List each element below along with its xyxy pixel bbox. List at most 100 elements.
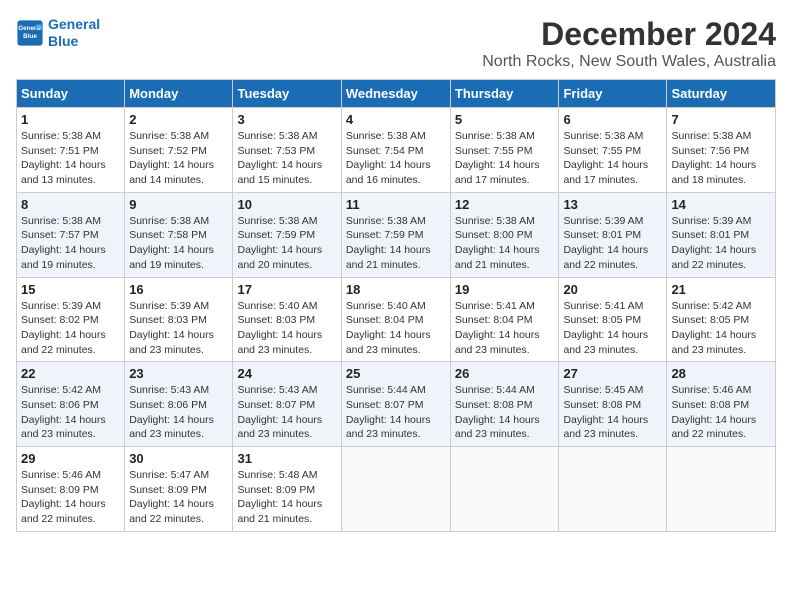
day-number: 31 [237, 451, 336, 466]
day-number: 10 [237, 197, 336, 212]
day-info: Sunrise: 5:38 AM Sunset: 7:54 PM Dayligh… [346, 129, 446, 188]
week-row-1: 1 Sunrise: 5:38 AM Sunset: 7:51 PM Daylig… [17, 108, 776, 193]
day-number: 24 [237, 366, 336, 381]
day-info: Sunrise: 5:38 AM Sunset: 7:58 PM Dayligh… [129, 214, 228, 273]
day-info: Sunrise: 5:39 AM Sunset: 8:02 PM Dayligh… [21, 299, 120, 358]
day-cell: 6 Sunrise: 5:38 AM Sunset: 7:55 PM Daylig… [559, 108, 667, 193]
day-info: Sunrise: 5:38 AM Sunset: 7:55 PM Dayligh… [455, 129, 555, 188]
day-info: Sunrise: 5:38 AM Sunset: 7:59 PM Dayligh… [237, 214, 336, 273]
day-number: 6 [563, 112, 662, 127]
day-info: Sunrise: 5:38 AM Sunset: 7:51 PM Dayligh… [21, 129, 120, 188]
day-number: 17 [237, 282, 336, 297]
day-number: 23 [129, 366, 228, 381]
day-cell: 22Sunrise: 5:42 AM Sunset: 8:06 PM Dayli… [17, 362, 125, 447]
day-cell: 7Sunrise: 5:38 AM Sunset: 7:56 PM Daylig… [667, 108, 776, 193]
day-number: 1 [21, 112, 120, 127]
day-info: Sunrise: 5:39 AM Sunset: 8:01 PM Dayligh… [563, 214, 662, 273]
day-cell [667, 447, 776, 532]
day-cell [341, 447, 450, 532]
day-cell: 1 Sunrise: 5:38 AM Sunset: 7:51 PM Daylig… [17, 108, 125, 193]
week-row-2: 8 Sunrise: 5:38 AM Sunset: 7:57 PM Daylig… [17, 192, 776, 277]
day-number: 28 [671, 366, 771, 381]
day-cell: 31Sunrise: 5:48 AM Sunset: 8:09 PM Dayli… [233, 447, 341, 532]
day-info: Sunrise: 5:46 AM Sunset: 8:08 PM Dayligh… [671, 383, 771, 442]
header: General Blue General Blue December 2024 … [16, 16, 776, 71]
day-cell: 19 Sunrise: 5:41 AM Sunset: 8:04 PM Dayli… [450, 277, 559, 362]
day-cell: 26Sunrise: 5:44 AM Sunset: 8:08 PM Dayli… [450, 362, 559, 447]
day-cell: 14Sunrise: 5:39 AM Sunset: 8:01 PM Dayli… [667, 192, 776, 277]
day-cell [450, 447, 559, 532]
day-cell: 23Sunrise: 5:43 AM Sunset: 8:06 PM Dayli… [125, 362, 233, 447]
day-cell: 4 Sunrise: 5:38 AM Sunset: 7:54 PM Daylig… [341, 108, 450, 193]
day-number: 8 [21, 197, 120, 212]
day-info: Sunrise: 5:39 AM Sunset: 8:03 PM Dayligh… [129, 299, 228, 358]
header-cell-saturday: Saturday [667, 80, 776, 108]
header-cell-sunday: Sunday [17, 80, 125, 108]
day-info: Sunrise: 5:38 AM Sunset: 7:53 PM Dayligh… [237, 129, 336, 188]
location-title: North Rocks, New South Wales, Australia [482, 53, 776, 71]
day-cell: 15Sunrise: 5:39 AM Sunset: 8:02 PM Dayli… [17, 277, 125, 362]
header-cell-friday: Friday [559, 80, 667, 108]
day-info: Sunrise: 5:38 AM Sunset: 7:59 PM Dayligh… [346, 214, 446, 273]
day-number: 4 [346, 112, 446, 127]
day-cell: 3 Sunrise: 5:38 AM Sunset: 7:53 PM Daylig… [233, 108, 341, 193]
logo: General Blue General Blue [16, 16, 100, 50]
day-info: Sunrise: 5:43 AM Sunset: 8:07 PM Dayligh… [237, 383, 336, 442]
day-cell: 5 Sunrise: 5:38 AM Sunset: 7:55 PM Daylig… [450, 108, 559, 193]
day-number: 7 [671, 112, 771, 127]
day-cell: 30 Sunrise: 5:47 AM Sunset: 8:09 PM Dayli… [125, 447, 233, 532]
day-cell: 11 Sunrise: 5:38 AM Sunset: 7:59 PM Dayli… [341, 192, 450, 277]
day-info: Sunrise: 5:38 AM Sunset: 8:00 PM Dayligh… [455, 214, 555, 273]
day-info: Sunrise: 5:38 AM Sunset: 7:55 PM Dayligh… [563, 129, 662, 188]
day-number: 11 [346, 197, 446, 212]
day-info: Sunrise: 5:44 AM Sunset: 8:08 PM Dayligh… [455, 383, 555, 442]
header-cell-tuesday: Tuesday [233, 80, 341, 108]
day-number: 30 [129, 451, 228, 466]
day-cell: 8 Sunrise: 5:38 AM Sunset: 7:57 PM Daylig… [17, 192, 125, 277]
day-number: 12 [455, 197, 555, 212]
day-number: 5 [455, 112, 555, 127]
day-cell: 9 Sunrise: 5:38 AM Sunset: 7:58 PM Daylig… [125, 192, 233, 277]
day-cell: 13 Sunrise: 5:39 AM Sunset: 8:01 PM Dayli… [559, 192, 667, 277]
day-cell: 12 Sunrise: 5:38 AM Sunset: 8:00 PM Dayli… [450, 192, 559, 277]
day-cell: 24 Sunrise: 5:43 AM Sunset: 8:07 PM Dayli… [233, 362, 341, 447]
day-number: 16 [129, 282, 228, 297]
day-number: 13 [563, 197, 662, 212]
day-number: 29 [21, 451, 120, 466]
day-number: 9 [129, 197, 228, 212]
day-cell: 2 Sunrise: 5:38 AM Sunset: 7:52 PM Daylig… [125, 108, 233, 193]
day-info: Sunrise: 5:44 AM Sunset: 8:07 PM Dayligh… [346, 383, 446, 442]
logo-line1: General [48, 16, 100, 32]
week-row-4: 22Sunrise: 5:42 AM Sunset: 8:06 PM Dayli… [17, 362, 776, 447]
day-number: 18 [346, 282, 446, 297]
month-title: December 2024 [482, 16, 776, 53]
day-number: 27 [563, 366, 662, 381]
day-cell: 16 Sunrise: 5:39 AM Sunset: 8:03 PM Dayli… [125, 277, 233, 362]
day-info: Sunrise: 5:41 AM Sunset: 8:04 PM Dayligh… [455, 299, 555, 358]
day-number: 2 [129, 112, 228, 127]
week-row-5: 29Sunrise: 5:46 AM Sunset: 8:09 PM Dayli… [17, 447, 776, 532]
logo-line2: Blue [48, 33, 78, 49]
day-number: 3 [237, 112, 336, 127]
day-cell: 21Sunrise: 5:42 AM Sunset: 8:05 PM Dayli… [667, 277, 776, 362]
calendar-table: SundayMondayTuesdayWednesdayThursdayFrid… [16, 79, 776, 532]
day-info: Sunrise: 5:38 AM Sunset: 7:52 PM Dayligh… [129, 129, 228, 188]
day-info: Sunrise: 5:45 AM Sunset: 8:08 PM Dayligh… [563, 383, 662, 442]
header-row: SundayMondayTuesdayWednesdayThursdayFrid… [17, 80, 776, 108]
day-number: 21 [671, 282, 771, 297]
day-cell: 27 Sunrise: 5:45 AM Sunset: 8:08 PM Dayli… [559, 362, 667, 447]
day-number: 19 [455, 282, 555, 297]
day-cell: 20Sunrise: 5:41 AM Sunset: 8:05 PM Dayli… [559, 277, 667, 362]
header-cell-wednesday: Wednesday [341, 80, 450, 108]
day-info: Sunrise: 5:38 AM Sunset: 7:57 PM Dayligh… [21, 214, 120, 273]
title-section: December 2024 North Rocks, New South Wal… [482, 16, 776, 71]
day-number: 14 [671, 197, 771, 212]
day-info: Sunrise: 5:40 AM Sunset: 8:04 PM Dayligh… [346, 299, 446, 358]
day-info: Sunrise: 5:47 AM Sunset: 8:09 PM Dayligh… [129, 468, 228, 527]
day-number: 22 [21, 366, 120, 381]
logo-icon: General Blue [16, 19, 44, 47]
day-cell: 17Sunrise: 5:40 AM Sunset: 8:03 PM Dayli… [233, 277, 341, 362]
day-cell: 10 Sunrise: 5:38 AM Sunset: 7:59 PM Dayli… [233, 192, 341, 277]
day-number: 25 [346, 366, 446, 381]
week-row-3: 15Sunrise: 5:39 AM Sunset: 8:02 PM Dayli… [17, 277, 776, 362]
